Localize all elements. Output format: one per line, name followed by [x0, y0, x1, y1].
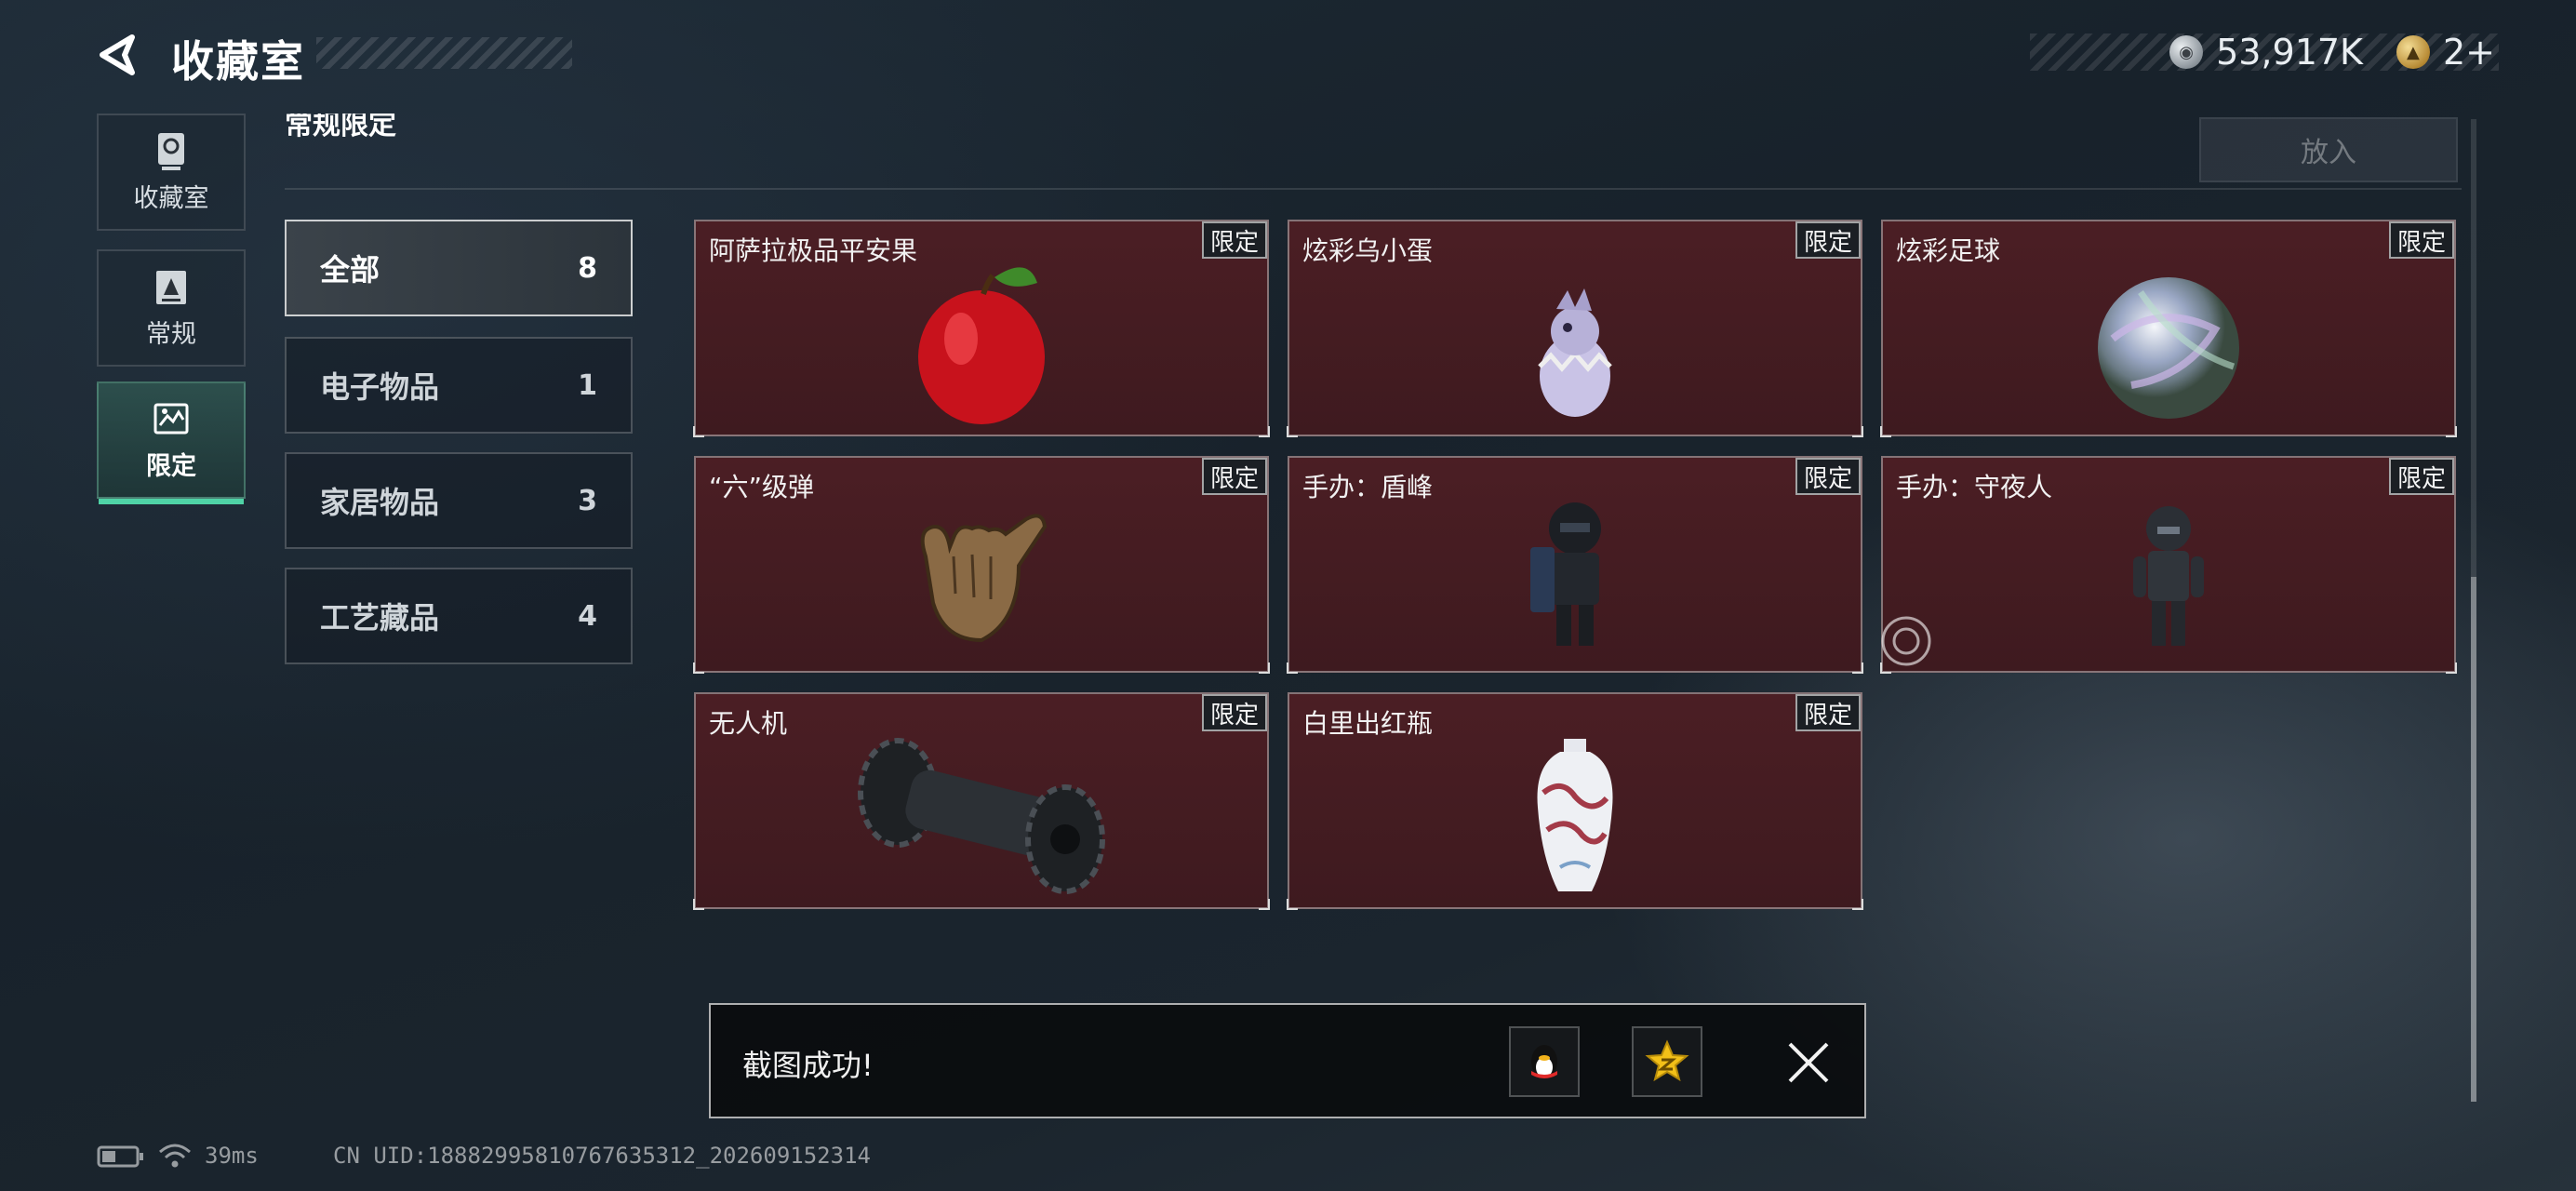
iridescent-ball-icon [2098, 277, 2239, 419]
sidebar-item-collection[interactable]: 收藏室 [97, 114, 246, 231]
item-name: 无人机 [709, 708, 788, 739]
category-label: 电子物品 [320, 369, 440, 405]
sidebar-item-regular[interactable]: 常规 [97, 249, 246, 367]
sidebar-item-label: 限定 [146, 451, 196, 481]
toast-message: 截图成功! [742, 1048, 874, 1083]
category-label: 工艺藏品 [320, 600, 440, 636]
back-arrow-icon[interactable] [97, 33, 143, 76]
silver-amount: 53,917K [2216, 32, 2363, 73]
target-icon[interactable] [1879, 614, 1933, 668]
item-card[interactable]: 炫彩足球 限定 [1880, 220, 2457, 437]
wifi-icon [159, 1144, 191, 1168]
ping-value: 39ms [205, 1143, 259, 1169]
item-name: 炫彩足球 [1896, 235, 2001, 266]
close-icon[interactable] [1784, 1038, 1833, 1087]
soldier-figure-icon [2133, 506, 2204, 646]
item-card[interactable]: 阿萨拉极品平安果 限定 [693, 220, 1270, 437]
item-name: “六”级弹 [709, 472, 815, 502]
item-name: 手办：守夜人 [1896, 472, 2053, 502]
category-label: 全部 [320, 252, 380, 288]
gold-amount[interactable]: 2+ [2443, 32, 2495, 73]
item-name: 手办：盾峰 [1302, 472, 1434, 502]
limited-tag: 限定 [1202, 221, 1267, 259]
item-card[interactable]: 白里出红瓶 限定 [1287, 692, 1863, 910]
sidebar-item-label: 常规 [146, 319, 196, 349]
vase-icon [1537, 739, 1613, 891]
scrollbar-thumb[interactable] [2471, 577, 2476, 1102]
category-all[interactable]: 全部 8 [285, 220, 633, 316]
screenshot-toast: 截图成功! [709, 1003, 1866, 1118]
hand-sign-icon [920, 514, 1048, 643]
item-card[interactable]: 无人机 限定 [693, 692, 1270, 910]
category-count: 4 [578, 599, 597, 633]
category-electronics[interactable]: 电子物品 1 [285, 337, 633, 434]
limited-tag: 限定 [2389, 221, 2454, 259]
sidebar-item-label: 收藏室 [133, 183, 209, 213]
place-button[interactable]: 放入 [2199, 117, 2458, 182]
limited-tag: 限定 [2389, 458, 2454, 495]
category-count: 3 [578, 484, 597, 517]
soldier-figure-icon [1530, 502, 1601, 646]
category-household[interactable]: 家居物品 3 [285, 452, 633, 549]
battery-icon [97, 1145, 143, 1168]
qzone-star-icon [1645, 1039, 1689, 1082]
limited-tag: 限定 [1795, 221, 1861, 259]
item-name: 炫彩乌小蛋 [1302, 235, 1434, 266]
drone-icon [858, 738, 1105, 894]
apple-icon [918, 267, 1045, 424]
category-crafts[interactable]: 工艺藏品 4 [285, 568, 633, 664]
section-divider [285, 188, 2462, 190]
limited-tag: 限定 [1202, 694, 1267, 731]
category-label: 家居物品 [320, 485, 440, 520]
item-card[interactable]: 手办：守夜人 限定 [1880, 456, 2457, 674]
trophy-icon [158, 132, 184, 170]
uid-text: CN UID:18882995810767635312_202609152314 [333, 1143, 871, 1169]
title-decoration [316, 37, 572, 69]
share-qq-button[interactable] [1509, 1026, 1580, 1097]
category-count: 1 [578, 368, 597, 402]
item-name: 阿萨拉极品平安果 [709, 235, 918, 266]
limited-tag: 限定 [1202, 458, 1267, 495]
sidebar-item-limited[interactable]: 限定 [97, 381, 246, 504]
egg-figure-icon [1538, 288, 1612, 417]
limited-tag: 限定 [1795, 694, 1861, 731]
page-title: 收藏室 [171, 36, 305, 87]
category-count: 8 [578, 251, 597, 285]
document-icon [156, 270, 186, 304]
currency-bar: ◉ 53,917K ▲ 2+ [2030, 32, 2499, 73]
item-card[interactable]: 手办：盾峰 限定 [1287, 456, 1863, 674]
limited-tag: 限定 [1795, 458, 1861, 495]
item-card[interactable]: 炫彩乌小蛋 限定 [1287, 220, 1863, 437]
share-qzone-button[interactable] [1632, 1026, 1702, 1097]
section-title: 常规限定 [285, 114, 396, 138]
gold-coin-icon: ▲ [2396, 35, 2430, 69]
qq-penguin-icon [1531, 1045, 1557, 1078]
picture-icon [153, 403, 189, 434]
item-name: 白里出红瓶 [1302, 708, 1434, 739]
silver-coin-icon: ◉ [2169, 35, 2204, 69]
item-card[interactable]: “六”级弹 限定 [693, 456, 1270, 674]
